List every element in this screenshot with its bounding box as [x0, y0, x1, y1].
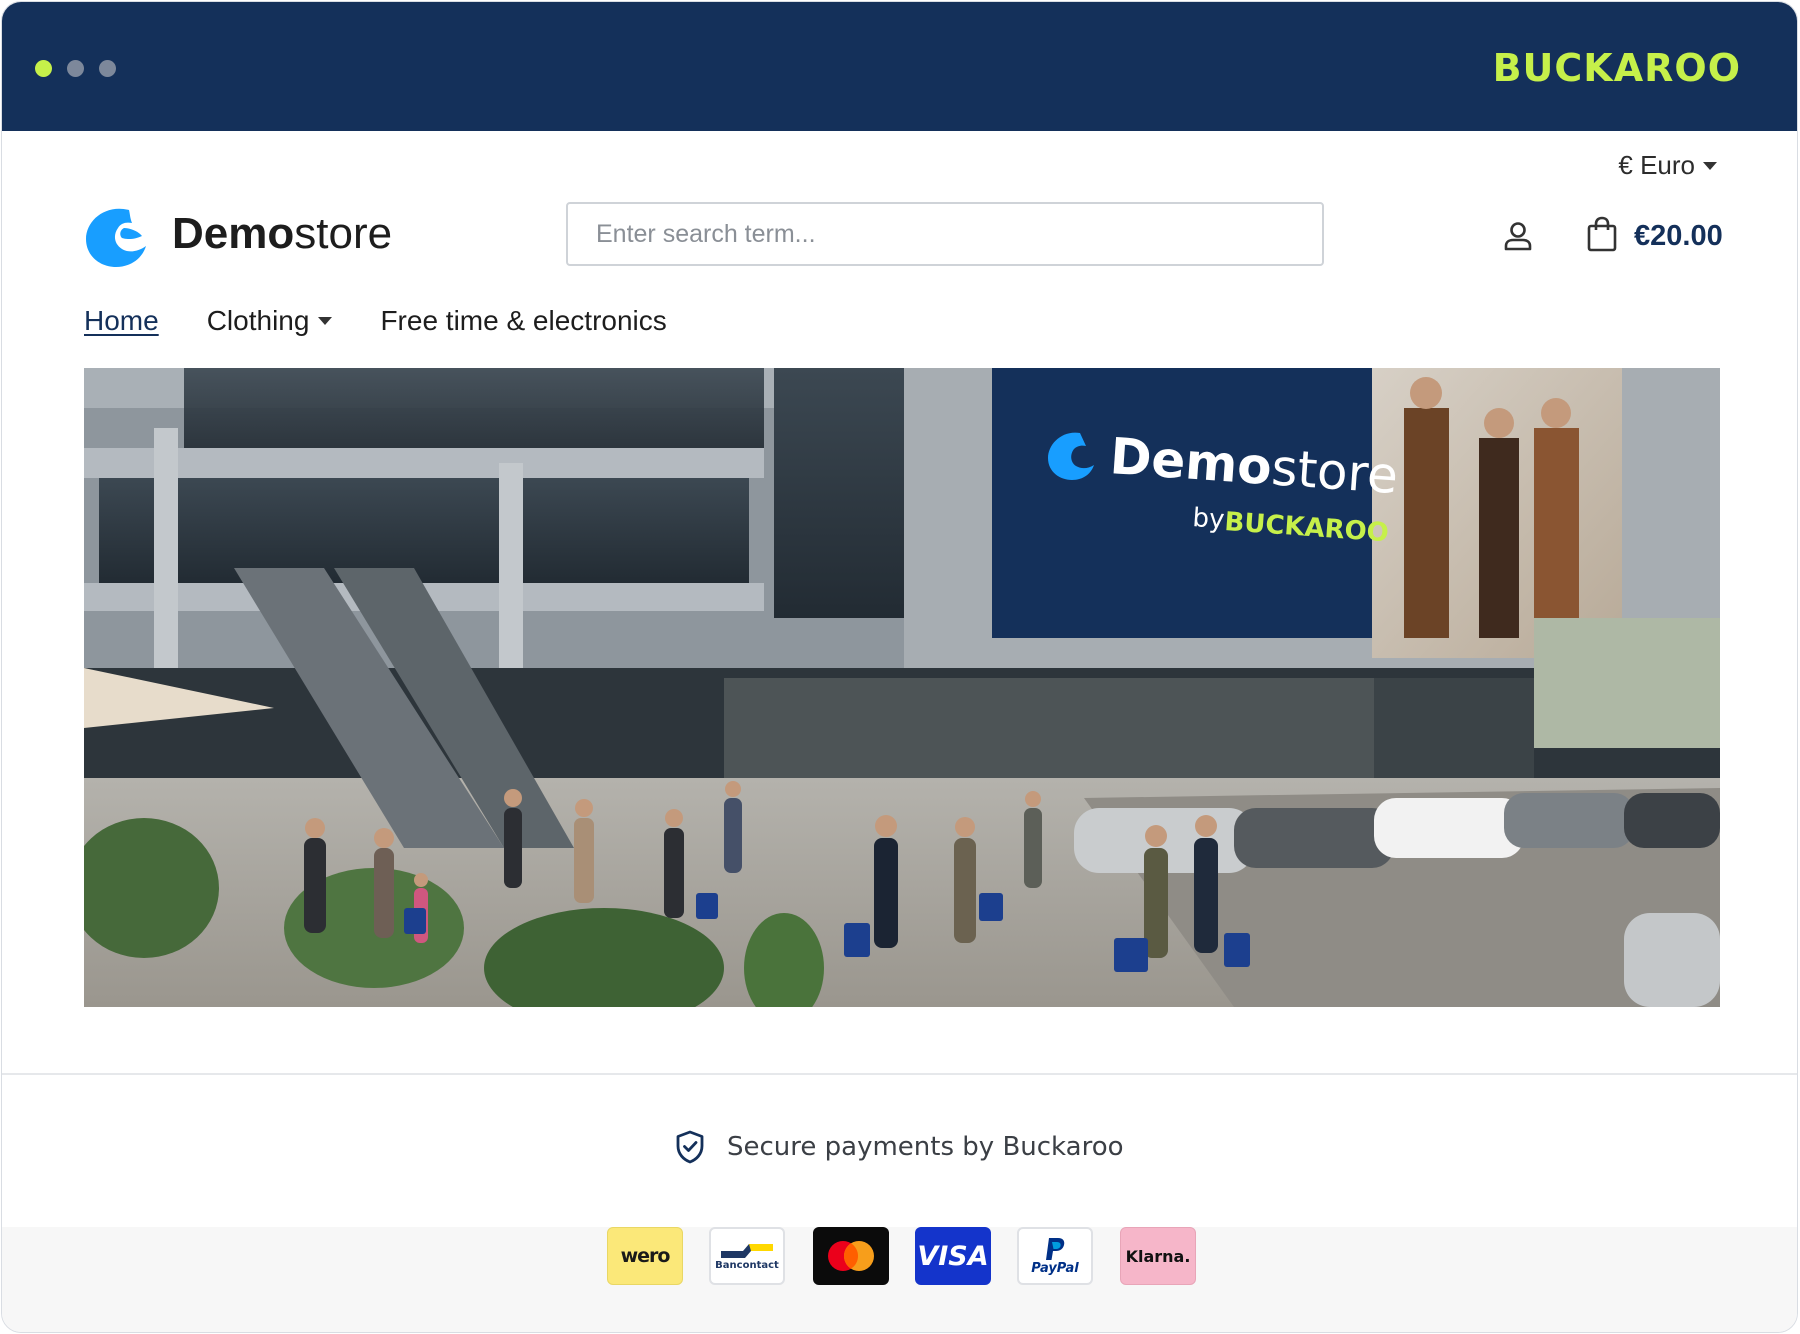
- hero-banner[interactable]: Demostore by BUCKAROO: [84, 368, 1720, 1007]
- paypal-payment-logo: PayPal: [1017, 1227, 1093, 1285]
- window-dot: [99, 60, 116, 77]
- paypal-icon: [1046, 1237, 1065, 1260]
- mastercard-icon: [828, 1241, 874, 1271]
- main-navigation: Home Clothing Free time & electronics: [84, 305, 667, 337]
- bancontact-icon: [721, 1243, 773, 1258]
- payment-methods-strip: [2, 1227, 1797, 1332]
- wero-payment-logo: wero: [607, 1227, 683, 1285]
- secure-payments-text: Secure payments by Buckaroo: [727, 1132, 1124, 1162]
- bancontact-payment-logo: Bancontact: [709, 1227, 785, 1285]
- window-dot: [67, 60, 84, 77]
- buckaroo-brand-logo: BUCKAROO: [1492, 46, 1741, 90]
- nav-item-free-time-electronics[interactable]: Free time & electronics: [380, 305, 666, 337]
- user-icon[interactable]: [1502, 220, 1534, 252]
- search-input[interactable]: [566, 202, 1324, 266]
- klarna-payment-logo: Klarna.: [1120, 1227, 1196, 1285]
- currency-selector[interactable]: € Euro: [1618, 150, 1717, 181]
- secure-payments-notice: Secure payments by Buckaroo: [675, 1130, 1124, 1164]
- shopping-bag-icon[interactable]: [1587, 216, 1617, 252]
- nav-item-clothing-label: Clothing: [206, 305, 310, 336]
- browser-frame: BUCKAROO € Euro Demostore €20.00 Home Cl…: [1, 1, 1798, 1333]
- window-titlebar: BUCKAROO: [2, 2, 1797, 131]
- store-name[interactable]: Demostore: [172, 209, 392, 259]
- cart-total[interactable]: €20.00: [1634, 220, 1723, 253]
- nav-item-home[interactable]: Home: [84, 305, 159, 337]
- visa-payment-logo: VISA: [915, 1227, 991, 1285]
- billboard-by: by: [1192, 503, 1226, 535]
- hero-image-shopping-mall: Demostore by BUCKAROO: [84, 368, 1720, 1007]
- shield-check-icon: [676, 1130, 704, 1164]
- mastercard-payment-logo: [813, 1227, 889, 1285]
- nav-item-clothing[interactable]: Clothing: [207, 305, 333, 337]
- footer-divider: [2, 1073, 1797, 1075]
- chevron-down-icon: [1703, 161, 1717, 170]
- demostore-logo-icon[interactable]: [84, 206, 148, 268]
- chevron-down-icon: [318, 317, 333, 325]
- currency-label: € Euro: [1618, 150, 1695, 180]
- billboard-title: Demo: [1108, 427, 1274, 496]
- window-dot-active: [35, 60, 52, 77]
